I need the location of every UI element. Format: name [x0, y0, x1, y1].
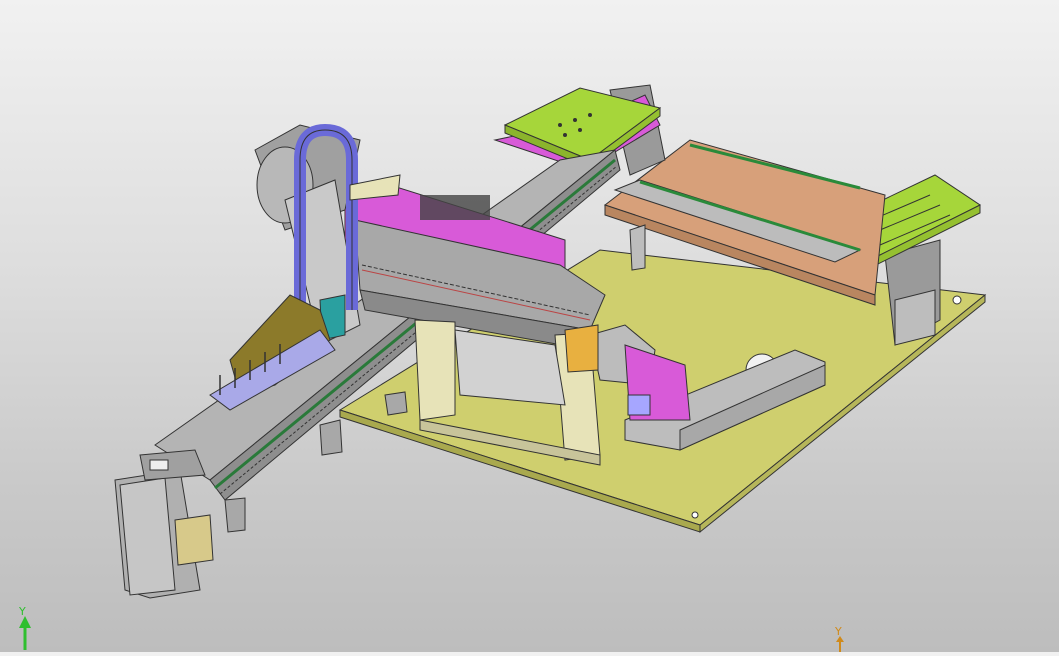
- orientation-triad-icon: Y: [12, 604, 42, 652]
- triad-arrow-icon: [19, 616, 31, 650]
- coordinate-origin-icon: Y: [826, 624, 856, 652]
- front-motor[interactable]: [114, 449, 214, 599]
- origin-y-label: Y: [835, 625, 842, 638]
- triad-y-label: Y: [19, 605, 26, 618]
- cad-viewport[interactable]: [0, 0, 1059, 652]
